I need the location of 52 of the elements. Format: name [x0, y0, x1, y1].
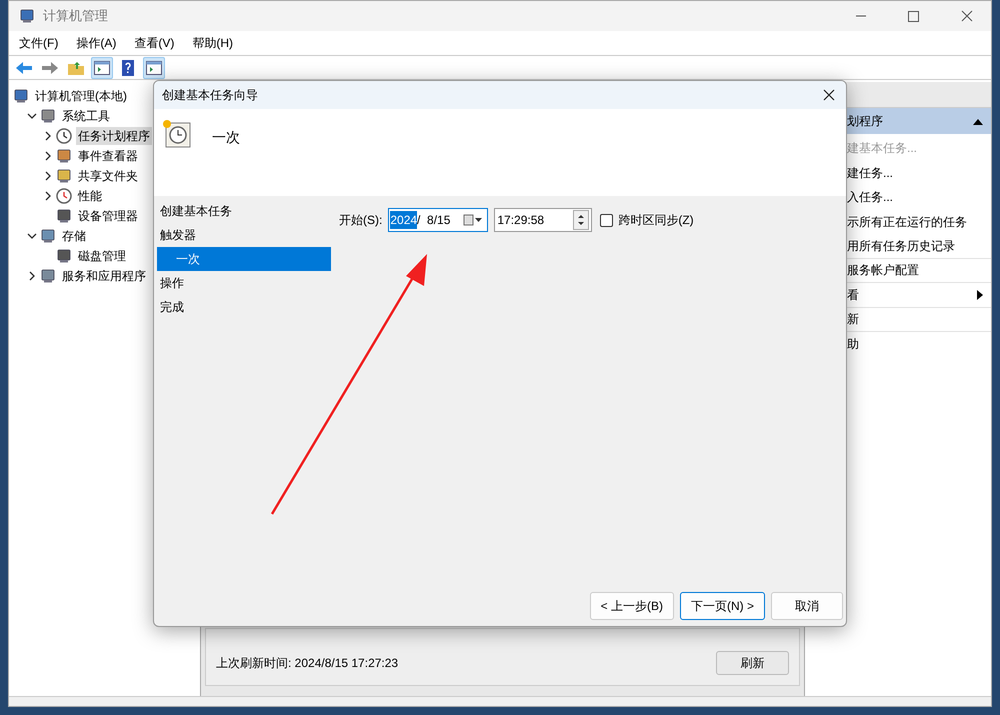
sync-label: 跨时区同步(Z)	[618, 212, 694, 229]
tree-item[interactable]: 计算机管理(本地)	[33, 87, 129, 105]
computer-icon	[13, 88, 29, 104]
dialog-button[interactable]: 下一页(N) >	[680, 592, 765, 620]
chevron-down-icon[interactable]	[27, 231, 37, 241]
actions-header-text: 划程序	[847, 113, 884, 130]
tree-item[interactable]: 服务和应用程序	[60, 267, 148, 285]
dialog-title: 创建基本任务向导	[162, 87, 259, 104]
toolbar-button[interactable]	[143, 56, 165, 78]
help-icon	[119, 58, 137, 76]
dialog-button[interactable]: < 上一步(B)	[590, 592, 674, 620]
close-icon[interactable]	[961, 10, 973, 22]
wizard-step: 创建基本任务	[157, 199, 331, 223]
spinner-icon[interactable]	[573, 210, 590, 230]
tree-item[interactable]: 事件查看器	[76, 147, 140, 165]
pane-icon	[145, 58, 163, 76]
calendar-dropdown-icon[interactable]	[463, 214, 484, 226]
wizard-step: 触发器	[157, 223, 331, 247]
dialog-button[interactable]: 取消	[771, 592, 843, 620]
menu-item[interactable]: 操作(A)	[76, 34, 116, 52]
wizard-step: 操作	[157, 271, 331, 295]
tree-item[interactable]: 设备管理器	[76, 207, 140, 225]
start-label: 开始(S):	[339, 212, 382, 229]
close-icon[interactable]	[823, 89, 835, 101]
collapse-up-icon[interactable]	[973, 118, 983, 124]
refresh-button[interactable]: 刷新	[716, 651, 789, 675]
tree-item[interactable]: 共享文件夹	[76, 167, 140, 185]
date-field[interactable]: 2024/ 8/15	[388, 208, 488, 232]
pane-icon	[93, 58, 111, 76]
menu-item[interactable]: 查看(V)	[134, 34, 174, 52]
window-title: 计算机管理	[43, 7, 108, 26]
toolbar-button[interactable]	[91, 56, 113, 78]
tree-item[interactable]: 存储	[60, 227, 88, 245]
refresh-time-text: 上次刷新时间: 2024/8/15 17:27:23	[216, 655, 398, 672]
chevron-down-icon[interactable]	[27, 111, 37, 121]
clock-icon	[56, 128, 72, 144]
tree-item[interactable]: 性能	[76, 187, 104, 205]
clock-icon	[162, 119, 192, 149]
computer-icon	[19, 8, 35, 24]
chevron-right-icon[interactable]	[27, 271, 37, 281]
wizard-step: 一次	[157, 247, 331, 271]
submenu-arrow-icon	[977, 290, 983, 300]
tree-item[interactable]: 磁盘管理	[76, 247, 128, 265]
maximize-icon[interactable]	[908, 10, 919, 22]
tree-item[interactable]: 任务计划程序	[76, 127, 152, 145]
sync-checkbox[interactable]	[600, 214, 614, 226]
tree-item[interactable]: 系统工具	[60, 107, 112, 125]
menu-item[interactable]: 文件(F)	[19, 34, 58, 52]
menu-item[interactable]: 帮助(H)	[192, 34, 233, 52]
time-field[interactable]: 17:29:58	[494, 208, 592, 232]
step-heading: 一次	[212, 128, 240, 147]
wizard-step: 完成	[157, 295, 331, 319]
